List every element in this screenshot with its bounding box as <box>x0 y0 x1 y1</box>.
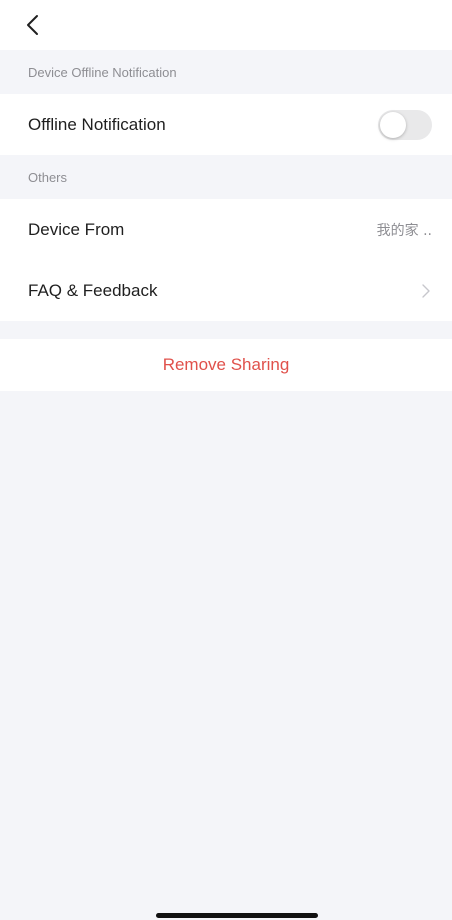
device-from-row[interactable]: Device From 我的家 .. <box>0 199 452 260</box>
home-indicator <box>156 913 318 918</box>
section-header-others: Others <box>0 155 452 199</box>
chevron-right-icon <box>422 283 430 298</box>
device-settings-screen: Device Offline Notification Offline Noti… <box>0 0 452 920</box>
chevron-left-icon <box>27 15 38 35</box>
faq-feedback-row[interactable]: FAQ & Feedback <box>0 260 452 321</box>
section-header-offline: Device Offline Notification <box>0 50 452 94</box>
remove-sharing-button[interactable]: Remove Sharing <box>0 339 452 391</box>
offline-notification-toggle[interactable] <box>378 109 432 140</box>
faq-feedback-label: FAQ & Feedback <box>28 280 158 300</box>
remove-sharing-label: Remove Sharing <box>162 355 290 374</box>
toggle-knob <box>380 111 406 138</box>
offline-notification-label: Offline Notification <box>28 114 166 134</box>
navigation-bar <box>0 0 452 50</box>
back-button[interactable] <box>20 12 48 40</box>
offline-notification-row: Offline Notification <box>0 94 452 155</box>
device-from-value: 我的家 .. <box>376 222 432 239</box>
device-from-label: Device From <box>28 219 125 239</box>
section-gap <box>0 321 452 339</box>
